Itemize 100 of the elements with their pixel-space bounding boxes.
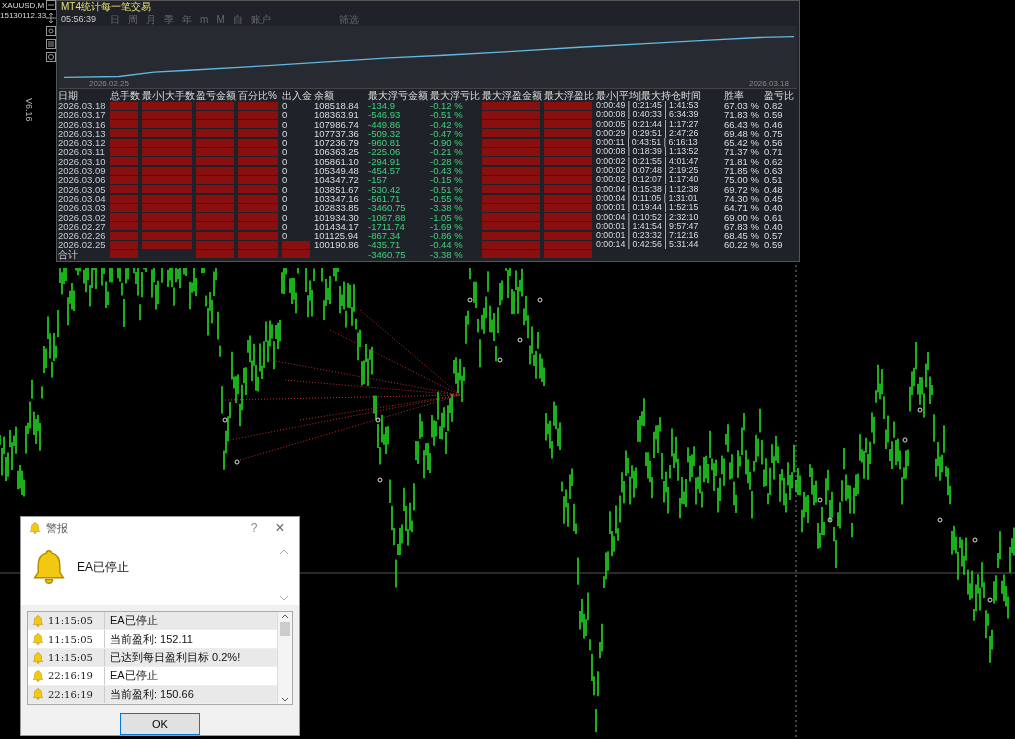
table-cell-text: 0:00:04 | 0:15:38 | 1:12:38 bbox=[596, 184, 700, 194]
table-cell-text: -509.32 bbox=[368, 128, 402, 139]
period-tab[interactable]: 筛选 bbox=[338, 14, 359, 25]
log-time: 22:16:19 bbox=[47, 670, 94, 682]
table-cell-text: 2026.02.27 bbox=[58, 221, 107, 232]
table-cell-text: -546.93 bbox=[368, 110, 402, 120]
table-cell-text: -0.51 % bbox=[430, 184, 464, 194]
table-cell-text: 0 bbox=[282, 221, 289, 232]
table-cell-text: -0.42 % bbox=[430, 119, 464, 129]
ok-button[interactable]: OK bbox=[120, 713, 200, 735]
column-header: 余额 bbox=[314, 90, 335, 101]
log-time: 22:16:19 bbox=[47, 688, 94, 700]
table-cell-text: -134.9 bbox=[368, 101, 395, 111]
table-cell-text: -449.86 bbox=[368, 119, 402, 129]
table-cell-text: 104347.72 bbox=[314, 175, 360, 185]
table-cell-text: 2026.03.06 bbox=[58, 175, 107, 185]
clock-label: 05:56:39 bbox=[61, 14, 97, 25]
chevron-up-icon[interactable] bbox=[281, 614, 289, 619]
log-message: EA已停止 bbox=[110, 613, 158, 629]
table-cell-text: -960.81 bbox=[368, 138, 402, 148]
help-button[interactable]: ? bbox=[244, 521, 264, 536]
close-button[interactable]: × bbox=[269, 519, 291, 538]
table-cell-text: 60.22 % bbox=[724, 240, 760, 250]
table-cell-text: 68.45 % bbox=[724, 231, 760, 241]
table-cell-text: 69.48 % bbox=[724, 128, 760, 139]
table-cell-text: 0:00:01 | 0:23:32 | 7:12:16 bbox=[596, 231, 700, 241]
period-tab[interactable]: 月 bbox=[146, 14, 157, 25]
table-cell-text: 0:00:11 | 0:43:51 | 6:16:13 bbox=[596, 138, 699, 148]
chevron-down-icon[interactable] bbox=[281, 697, 289, 702]
period-tab[interactable]: 自 bbox=[232, 14, 243, 25]
scrollbar[interactable] bbox=[277, 612, 292, 704]
table-cell-text: -225.06 bbox=[368, 147, 402, 157]
log-time: 11:15:05 bbox=[47, 633, 94, 645]
table-cell-text: 2026.03.05 bbox=[58, 184, 107, 194]
table-cell-text: -3.38 % bbox=[430, 249, 464, 260]
grid-icon[interactable] bbox=[46, 39, 56, 49]
table-cell-text: 101125.94 bbox=[314, 231, 360, 241]
table-cell-text: 0.40 bbox=[764, 203, 784, 213]
table-cell-text: 67.83 % bbox=[724, 221, 760, 232]
table-cell-text: 0:00:14 | 0:42:56 | 5:31:44 bbox=[596, 240, 700, 250]
table-cell-text: 0 bbox=[282, 166, 289, 176]
minimize-icon[interactable] bbox=[46, 0, 56, 10]
table-cell-text: 101434.17 bbox=[314, 221, 360, 232]
square-icon[interactable] bbox=[46, 26, 56, 36]
bell-icon bbox=[32, 651, 44, 664]
move-icon[interactable] bbox=[46, 13, 56, 23]
table-cell-text: 2026.02.25 bbox=[58, 240, 107, 250]
table-cell-text: 0:00:05 | 0:21:44 | 1:17:27 bbox=[596, 119, 700, 129]
period-tab[interactable]: m bbox=[200, 14, 209, 25]
table-cell-text: 0:00:02 | 0:21:55 | 4:01:47 bbox=[596, 156, 700, 167]
table-cell-text: 105861.10 bbox=[314, 156, 360, 167]
symbol-label: XAUUSD,M bbox=[2, 1, 45, 10]
bell-icon bbox=[31, 549, 67, 586]
table-cell-text: 0:00:29 | 0:29:51 | 2:47:26 bbox=[596, 128, 700, 139]
table-cell-text: 65.42 % bbox=[724, 138, 760, 148]
table-cell-text: 0 bbox=[282, 119, 289, 129]
log-message: 当前盈利: 150.66 bbox=[110, 686, 194, 702]
table-cell-text: 0 bbox=[282, 156, 289, 167]
table-cell-text: 100190.86 bbox=[314, 240, 360, 250]
table-cell-text: -157 bbox=[368, 175, 388, 185]
table-cell-text: 106363.25 bbox=[314, 147, 360, 157]
table-cell-text: 0.71 bbox=[764, 147, 784, 157]
table-cell-text: -0.28 % bbox=[430, 156, 464, 167]
dialog-title: 警报 bbox=[46, 520, 69, 536]
period-tab[interactable]: 账户 bbox=[250, 14, 271, 25]
table-cell-text: 2026.03.18 bbox=[58, 101, 107, 111]
table-cell-text: 0:00:04 | 0:11:05 | 1:31:01 bbox=[596, 193, 699, 204]
table-cell-text: 0.62 bbox=[764, 156, 784, 167]
column-header: 最大浮盈金额 bbox=[482, 90, 543, 101]
table-cell-text: 103851.67 bbox=[314, 184, 360, 194]
table-cell-text: 2026.03.16 bbox=[58, 119, 107, 129]
column-header: 最大浮盈比 bbox=[544, 90, 595, 101]
table-cell-text: -435.71 bbox=[368, 240, 402, 250]
table-cell-text: 0.61 bbox=[764, 212, 784, 222]
table-cell-text: -0.44 % bbox=[430, 240, 464, 250]
table-cell-text: 2026.03.17 bbox=[58, 110, 107, 120]
table-cell-text: 0:00:01 | 0:19:44 | 1:52:15 bbox=[596, 203, 700, 213]
period-tab[interactable]: 年 bbox=[182, 14, 193, 25]
column-header: 盈亏比 bbox=[764, 90, 795, 101]
table-cell-text: 107986.74 bbox=[314, 119, 360, 129]
table-cell-text: 107236.79 bbox=[314, 138, 360, 148]
table-cell-text: 0 bbox=[282, 231, 289, 241]
bell-icon bbox=[29, 522, 41, 535]
table-cell-text: 0 bbox=[282, 128, 289, 139]
table-cell-text: -3460.75 bbox=[368, 249, 407, 260]
table-cell-text: 66.43 % bbox=[724, 119, 760, 129]
column-header: 最小|平均|最大持仓时间 bbox=[596, 90, 703, 101]
table-cell-text: -0.43 % bbox=[430, 166, 464, 176]
table-cell-text: -0.51 % bbox=[430, 110, 464, 120]
table-cell-text: 0.45 bbox=[764, 193, 784, 204]
table-cell-text: 74.30 % bbox=[724, 193, 760, 204]
table-cell-text: -1.05 % bbox=[430, 212, 464, 222]
scrollbar-thumb[interactable] bbox=[280, 622, 290, 636]
column-header: 盈亏金额 bbox=[196, 90, 237, 101]
table-cell-text: 67.03 % bbox=[724, 101, 760, 111]
table-cell-text: -0.55 % bbox=[430, 193, 464, 204]
table-cell-text: 75.00 % bbox=[724, 175, 760, 185]
table-cell-text: 0.40 bbox=[764, 221, 784, 232]
period-tab[interactable]: M bbox=[216, 14, 225, 25]
table-cell-text: 64.71 % bbox=[724, 203, 760, 213]
